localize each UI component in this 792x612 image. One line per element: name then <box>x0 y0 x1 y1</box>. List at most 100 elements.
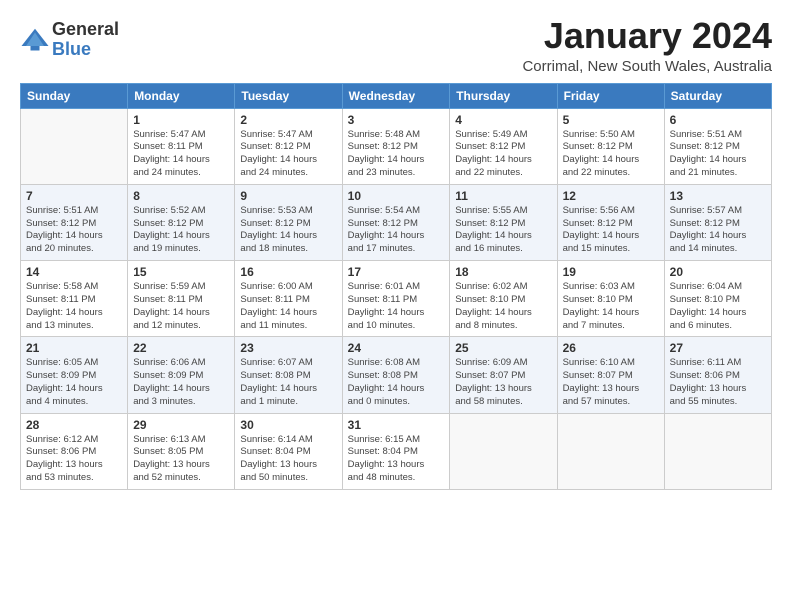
day-number: 30 <box>240 418 336 432</box>
calendar-week-row: 28Sunrise: 6:12 AM Sunset: 8:06 PM Dayli… <box>21 413 772 489</box>
day-detail: Sunrise: 5:56 AM Sunset: 8:12 PM Dayligh… <box>563 205 659 256</box>
day-detail: Sunrise: 6:00 AM Sunset: 8:11 PM Dayligh… <box>240 281 336 332</box>
calendar-cell: 7Sunrise: 5:51 AM Sunset: 8:12 PM Daylig… <box>21 184 128 260</box>
day-detail: Sunrise: 5:57 AM Sunset: 8:12 PM Dayligh… <box>670 205 766 256</box>
day-detail: Sunrise: 6:11 AM Sunset: 8:06 PM Dayligh… <box>670 357 766 408</box>
day-detail: Sunrise: 5:58 AM Sunset: 8:11 PM Dayligh… <box>26 281 122 332</box>
day-number: 28 <box>26 418 122 432</box>
logo: General Blue <box>20 20 119 60</box>
day-detail: Sunrise: 6:14 AM Sunset: 8:04 PM Dayligh… <box>240 434 336 485</box>
calendar-cell: 21 Sunrise: 6:05 AM Sunset: 8:09 PM Dayli… <box>21 337 128 413</box>
day-number: 17 <box>348 265 445 279</box>
calendar-cell: 26Sunrise: 6:10 AM Sunset: 8:07 PM Dayli… <box>557 337 664 413</box>
day-number: 29 <box>133 418 229 432</box>
day-detail: Sunrise: 5:48 AM Sunset: 8:12 PM Dayligh… <box>348 129 445 180</box>
calendar-cell: 15 Sunrise: 5:59 AM Sunset: 8:11 PM Dayli… <box>128 261 235 337</box>
calendar-cell: 22 Sunrise: 6:06 AM Sunset: 8:09 PM Dayli… <box>128 337 235 413</box>
weekday-header-monday: Monday <box>128 83 235 108</box>
day-number: 11 <box>455 189 551 203</box>
calendar-cell: 16 Sunrise: 6:00 AM Sunset: 8:11 PM Dayli… <box>235 261 342 337</box>
day-detail: Sunrise: 6:09 AM Sunset: 8:07 PM Dayligh… <box>455 357 551 408</box>
calendar-cell <box>664 413 771 489</box>
day-number: 12 <box>563 189 659 203</box>
calendar-cell: 11 Sunrise: 5:55 AM Sunset: 8:12 PM Dayli… <box>450 184 557 260</box>
day-number: 15 <box>133 265 229 279</box>
day-number: 27 <box>670 341 766 355</box>
calendar-cell: 30 Sunrise: 6:14 AM Sunset: 8:04 PM Dayli… <box>235 413 342 489</box>
day-number: 24 <box>348 341 445 355</box>
calendar-cell: 10 Sunrise: 5:54 AM Sunset: 8:12 PM Dayli… <box>342 184 450 260</box>
calendar-cell: 25Sunrise: 6:09 AM Sunset: 8:07 PM Dayli… <box>450 337 557 413</box>
day-number: 13 <box>670 189 766 203</box>
weekday-header-saturday: Saturday <box>664 83 771 108</box>
day-detail: Sunrise: 6:01 AM Sunset: 8:11 PM Dayligh… <box>348 281 445 332</box>
calendar-cell <box>450 413 557 489</box>
calendar-cell: 28Sunrise: 6:12 AM Sunset: 8:06 PM Dayli… <box>21 413 128 489</box>
day-number: 21 <box>26 341 122 355</box>
logo-text: General Blue <box>52 20 119 60</box>
title-area: January 2024 Corrimal, New South Wales, … <box>522 16 772 75</box>
weekday-header-friday: Friday <box>557 83 664 108</box>
day-detail: Sunrise: 6:13 AM Sunset: 8:05 PM Dayligh… <box>133 434 229 485</box>
day-detail: Sunrise: 5:54 AM Sunset: 8:12 PM Dayligh… <box>348 205 445 256</box>
day-detail: Sunrise: 5:50 AM Sunset: 8:12 PM Dayligh… <box>563 129 659 180</box>
calendar-cell: 13 Sunrise: 5:57 AM Sunset: 8:12 PM Dayli… <box>664 184 771 260</box>
day-detail: Sunrise: 6:04 AM Sunset: 8:10 PM Dayligh… <box>670 281 766 332</box>
page: General Blue January 2024 Corrimal, New … <box>0 0 792 612</box>
day-number: 7 <box>26 189 122 203</box>
day-detail: Sunrise: 5:53 AM Sunset: 8:12 PM Dayligh… <box>240 205 336 256</box>
day-detail: Sunrise: 6:15 AM Sunset: 8:04 PM Dayligh… <box>348 434 445 485</box>
calendar-cell <box>557 413 664 489</box>
day-number: 26 <box>563 341 659 355</box>
calendar-cell: 5Sunrise: 5:50 AM Sunset: 8:12 PM Daylig… <box>557 108 664 184</box>
logo-blue: Blue <box>52 39 91 59</box>
calendar-cell: 17 Sunrise: 6:01 AM Sunset: 8:11 PM Dayli… <box>342 261 450 337</box>
day-detail: Sunrise: 6:03 AM Sunset: 8:10 PM Dayligh… <box>563 281 659 332</box>
calendar-cell: 6Sunrise: 5:51 AM Sunset: 8:12 PM Daylig… <box>664 108 771 184</box>
day-number: 8 <box>133 189 229 203</box>
day-number: 4 <box>455 113 551 127</box>
day-number: 18 <box>455 265 551 279</box>
day-detail: Sunrise: 5:55 AM Sunset: 8:12 PM Dayligh… <box>455 205 551 256</box>
day-detail: Sunrise: 6:06 AM Sunset: 8:09 PM Dayligh… <box>133 357 229 408</box>
weekday-header-tuesday: Tuesday <box>235 83 342 108</box>
calendar-cell: 19 Sunrise: 6:03 AM Sunset: 8:10 PM Dayli… <box>557 261 664 337</box>
day-number: 22 <box>133 341 229 355</box>
calendar-cell: 20 Sunrise: 6:04 AM Sunset: 8:10 PM Dayli… <box>664 261 771 337</box>
day-detail: Sunrise: 5:52 AM Sunset: 8:12 PM Dayligh… <box>133 205 229 256</box>
day-detail: Sunrise: 6:08 AM Sunset: 8:08 PM Dayligh… <box>348 357 445 408</box>
day-detail: Sunrise: 5:59 AM Sunset: 8:11 PM Dayligh… <box>133 281 229 332</box>
day-number: 19 <box>563 265 659 279</box>
calendar-table: SundayMondayTuesdayWednesdayThursdayFrid… <box>20 83 772 490</box>
weekday-header-thursday: Thursday <box>450 83 557 108</box>
calendar-header-row: SundayMondayTuesdayWednesdayThursdayFrid… <box>21 83 772 108</box>
calendar-cell: 12 Sunrise: 5:56 AM Sunset: 8:12 PM Dayli… <box>557 184 664 260</box>
day-number: 9 <box>240 189 336 203</box>
calendar-subtitle: Corrimal, New South Wales, Australia <box>522 58 772 75</box>
calendar-cell: 2 Sunrise: 5:47 AM Sunset: 8:12 PM Daylig… <box>235 108 342 184</box>
calendar-cell: 4Sunrise: 5:49 AM Sunset: 8:12 PM Daylig… <box>450 108 557 184</box>
day-detail: Sunrise: 5:47 AM Sunset: 8:11 PM Dayligh… <box>133 129 229 180</box>
day-number: 31 <box>348 418 445 432</box>
calendar-cell: 31 Sunrise: 6:15 AM Sunset: 8:04 PM Dayli… <box>342 413 450 489</box>
day-number: 16 <box>240 265 336 279</box>
calendar-cell: 1 Sunrise: 5:47 AM Sunset: 8:11 PM Daylig… <box>128 108 235 184</box>
calendar-cell <box>21 108 128 184</box>
calendar-cell: 29 Sunrise: 6:13 AM Sunset: 8:05 PM Dayli… <box>128 413 235 489</box>
day-number: 10 <box>348 189 445 203</box>
calendar-title: January 2024 <box>522 16 772 56</box>
day-number: 23 <box>240 341 336 355</box>
day-detail: Sunrise: 6:02 AM Sunset: 8:10 PM Dayligh… <box>455 281 551 332</box>
calendar-cell: 18 Sunrise: 6:02 AM Sunset: 8:10 PM Dayli… <box>450 261 557 337</box>
day-detail: Sunrise: 5:51 AM Sunset: 8:12 PM Dayligh… <box>670 129 766 180</box>
day-number: 1 <box>133 113 229 127</box>
calendar-week-row: 14Sunrise: 5:58 AM Sunset: 8:11 PM Dayli… <box>21 261 772 337</box>
day-number: 2 <box>240 113 336 127</box>
calendar-cell: 3Sunrise: 5:48 AM Sunset: 8:12 PM Daylig… <box>342 108 450 184</box>
logo-general: General <box>52 19 119 39</box>
day-detail: Sunrise: 5:47 AM Sunset: 8:12 PM Dayligh… <box>240 129 336 180</box>
calendar-cell: 14Sunrise: 5:58 AM Sunset: 8:11 PM Dayli… <box>21 261 128 337</box>
day-number: 20 <box>670 265 766 279</box>
day-detail: Sunrise: 6:05 AM Sunset: 8:09 PM Dayligh… <box>26 357 122 408</box>
calendar-cell: 9 Sunrise: 5:53 AM Sunset: 8:12 PM Daylig… <box>235 184 342 260</box>
